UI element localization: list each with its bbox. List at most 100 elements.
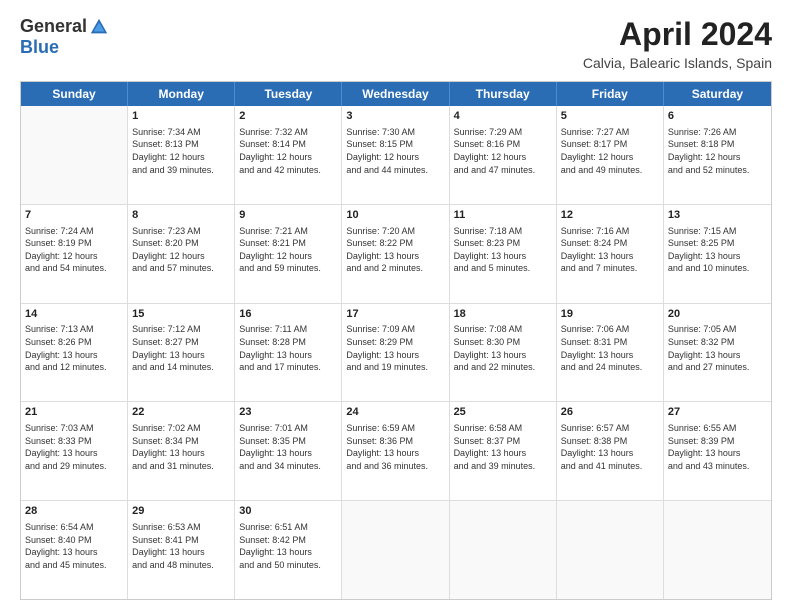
day-number: 20 (668, 307, 767, 322)
calendar-cell: 29Sunrise: 6:53 AMSunset: 8:41 PMDayligh… (128, 501, 235, 599)
day-number: 12 (561, 208, 659, 223)
cell-content: Sunrise: 6:58 AMSunset: 8:37 PMDaylight:… (454, 422, 552, 472)
day-number: 15 (132, 307, 230, 322)
calendar-cell: 21 Sunrise: 7:03 AMSunset: 8:33 PMDayligh… (21, 402, 128, 500)
day-number: 10 (346, 208, 444, 223)
day-number: 14 (25, 307, 123, 322)
day-number: 16 (239, 307, 337, 322)
day-number: 19 (561, 307, 659, 322)
day-number: 9 (239, 208, 337, 223)
calendar-cell: 30Sunrise: 6:51 AMSunset: 8:42 PMDayligh… (235, 501, 342, 599)
cell-content: Sunrise: 7:29 AMSunset: 8:16 PMDaylight:… (454, 126, 552, 176)
day-number: 8 (132, 208, 230, 223)
day-number: 24 (346, 405, 444, 420)
cell-content: Sunrise: 7:11 AMSunset: 8:28 PMDaylight:… (239, 323, 337, 373)
calendar-cell: 17Sunrise: 7:09 AMSunset: 8:29 PMDayligh… (342, 304, 449, 402)
calendar-cell: 1 Sunrise: 7:34 AMSunset: 8:13 PMDaylight… (128, 106, 235, 204)
calendar-cell: 2 Sunrise: 7:32 AMSunset: 8:14 PMDaylight… (235, 106, 342, 204)
cell-content: Sunrise: 7:20 AMSunset: 8:22 PMDaylight:… (346, 225, 444, 275)
calendar-cell: 26 Sunrise: 6:57 AMSunset: 8:38 PMDayligh… (557, 402, 664, 500)
cell-content: Sunrise: 7:34 AMSunset: 8:13 PMDaylight:… (132, 126, 230, 176)
calendar-cell: 6 Sunrise: 7:26 AMSunset: 8:18 PMDaylight… (664, 106, 771, 204)
cell-content: Sunrise: 6:59 AMSunset: 8:36 PMDaylight:… (346, 422, 444, 472)
calendar-header-saturday: Saturday (664, 82, 771, 106)
calendar-cell (557, 501, 664, 599)
calendar-cell: 24 Sunrise: 6:59 AMSunset: 8:36 PMDayligh… (342, 402, 449, 500)
day-number: 26 (561, 405, 659, 420)
cell-content: Sunrise: 6:57 AMSunset: 8:38 PMDaylight:… (561, 422, 659, 472)
cell-content: Sunrise: 7:03 AMSunset: 8:33 PMDaylight:… (25, 422, 123, 472)
calendar-cell: 22 Sunrise: 7:02 AMSunset: 8:34 PMDayligh… (128, 402, 235, 500)
cell-content: Sunrise: 7:30 AMSunset: 8:15 PMDaylight:… (346, 126, 444, 176)
cell-content: Sunrise: 7:06 AMSunset: 8:31 PMDaylight:… (561, 323, 659, 373)
cell-content: Sunrise: 7:23 AMSunset: 8:20 PMDaylight:… (132, 225, 230, 275)
day-number: 5 (561, 109, 659, 124)
day-number: 23 (239, 405, 337, 420)
cell-content: Sunrise: 7:21 AMSunset: 8:21 PMDaylight:… (239, 225, 337, 275)
calendar-cell (21, 106, 128, 204)
day-number: 6 (668, 109, 767, 124)
cell-content: Sunrise: 7:08 AMSunset: 8:30 PMDaylight:… (454, 323, 552, 373)
calendar-cell: 5 Sunrise: 7:27 AMSunset: 8:17 PMDaylight… (557, 106, 664, 204)
day-number: 11 (454, 208, 552, 223)
calendar-cell: 12 Sunrise: 7:16 AMSunset: 8:24 PMDayligh… (557, 205, 664, 303)
cell-content: Sunrise: 7:09 AMSunset: 8:29 PMDaylight:… (346, 323, 444, 373)
day-number: 21 (25, 405, 123, 420)
calendar-cell: 9 Sunrise: 7:21 AMSunset: 8:21 PMDaylight… (235, 205, 342, 303)
cell-content: Sunrise: 6:53 AMSunset: 8:41 PMDaylight:… (132, 521, 230, 571)
calendar-cell (450, 501, 557, 599)
calendar-cell: 13 Sunrise: 7:15 AMSunset: 8:25 PMDayligh… (664, 205, 771, 303)
cell-content: Sunrise: 7:27 AMSunset: 8:17 PMDaylight:… (561, 126, 659, 176)
calendar-cell: 25 Sunrise: 6:58 AMSunset: 8:37 PMDayligh… (450, 402, 557, 500)
cell-content: Sunrise: 6:55 AMSunset: 8:39 PMDaylight:… (668, 422, 767, 472)
cell-content: Sunrise: 7:15 AMSunset: 8:25 PMDaylight:… (668, 225, 767, 275)
cell-content: Sunrise: 7:18 AMSunset: 8:23 PMDaylight:… (454, 225, 552, 275)
day-number: 22 (132, 405, 230, 420)
calendar-cell: 10 Sunrise: 7:20 AMSunset: 8:22 PMDayligh… (342, 205, 449, 303)
cell-content: Sunrise: 7:24 AMSunset: 8:19 PMDaylight:… (25, 225, 123, 275)
calendar-cell: 27 Sunrise: 6:55 AMSunset: 8:39 PMDayligh… (664, 402, 771, 500)
day-number: 18 (454, 307, 552, 322)
calendar-cell: 20Sunrise: 7:05 AMSunset: 8:32 PMDayligh… (664, 304, 771, 402)
title-block: April 2024 Calvia, Balearic Islands, Spa… (583, 16, 772, 71)
cell-content: Sunrise: 7:16 AMSunset: 8:24 PMDaylight:… (561, 225, 659, 275)
day-number: 2 (239, 109, 337, 124)
calendar-body: 1 Sunrise: 7:34 AMSunset: 8:13 PMDaylight… (21, 106, 771, 599)
calendar-cell: 16Sunrise: 7:11 AMSunset: 8:28 PMDayligh… (235, 304, 342, 402)
calendar: SundayMondayTuesdayWednesdayThursdayFrid… (20, 81, 772, 600)
calendar-week-5: 28 Sunrise: 6:54 AMSunset: 8:40 PMDayligh… (21, 501, 771, 599)
day-number: 27 (668, 405, 767, 420)
calendar-header-tuesday: Tuesday (235, 82, 342, 106)
day-number: 1 (132, 109, 230, 124)
cell-content: Sunrise: 7:12 AMSunset: 8:27 PMDaylight:… (132, 323, 230, 373)
calendar-cell: 19Sunrise: 7:06 AMSunset: 8:31 PMDayligh… (557, 304, 664, 402)
main-title: April 2024 (583, 16, 772, 53)
calendar-cell: 14Sunrise: 7:13 AMSunset: 8:26 PMDayligh… (21, 304, 128, 402)
calendar-header-wednesday: Wednesday (342, 82, 449, 106)
header: General Blue April 2024 Calvia, Balearic… (20, 16, 772, 71)
day-number: 25 (454, 405, 552, 420)
cell-content: Sunrise: 7:01 AMSunset: 8:35 PMDaylight:… (239, 422, 337, 472)
page: General Blue April 2024 Calvia, Balearic… (0, 0, 792, 612)
day-number: 13 (668, 208, 767, 223)
calendar-header-row: SundayMondayTuesdayWednesdayThursdayFrid… (21, 82, 771, 106)
day-number: 28 (25, 504, 123, 519)
cell-content: Sunrise: 7:26 AMSunset: 8:18 PMDaylight:… (668, 126, 767, 176)
day-number: 30 (239, 504, 337, 519)
cell-content: Sunrise: 7:32 AMSunset: 8:14 PMDaylight:… (239, 126, 337, 176)
subtitle: Calvia, Balearic Islands, Spain (583, 55, 772, 71)
calendar-week-3: 14Sunrise: 7:13 AMSunset: 8:26 PMDayligh… (21, 304, 771, 403)
cell-content: Sunrise: 6:54 AMSunset: 8:40 PMDaylight:… (25, 521, 123, 571)
logo-icon (89, 17, 109, 37)
logo: General Blue (20, 16, 109, 58)
cell-content: Sunrise: 7:05 AMSunset: 8:32 PMDaylight:… (668, 323, 767, 373)
calendar-week-2: 7 Sunrise: 7:24 AMSunset: 8:19 PMDaylight… (21, 205, 771, 304)
day-number: 7 (25, 208, 123, 223)
calendar-cell: 8 Sunrise: 7:23 AMSunset: 8:20 PMDaylight… (128, 205, 235, 303)
calendar-header-monday: Monday (128, 82, 235, 106)
logo-general: General (20, 16, 87, 37)
calendar-cell: 28 Sunrise: 6:54 AMSunset: 8:40 PMDayligh… (21, 501, 128, 599)
calendar-week-4: 21 Sunrise: 7:03 AMSunset: 8:33 PMDayligh… (21, 402, 771, 501)
calendar-header-friday: Friday (557, 82, 664, 106)
cell-content: Sunrise: 7:02 AMSunset: 8:34 PMDaylight:… (132, 422, 230, 472)
